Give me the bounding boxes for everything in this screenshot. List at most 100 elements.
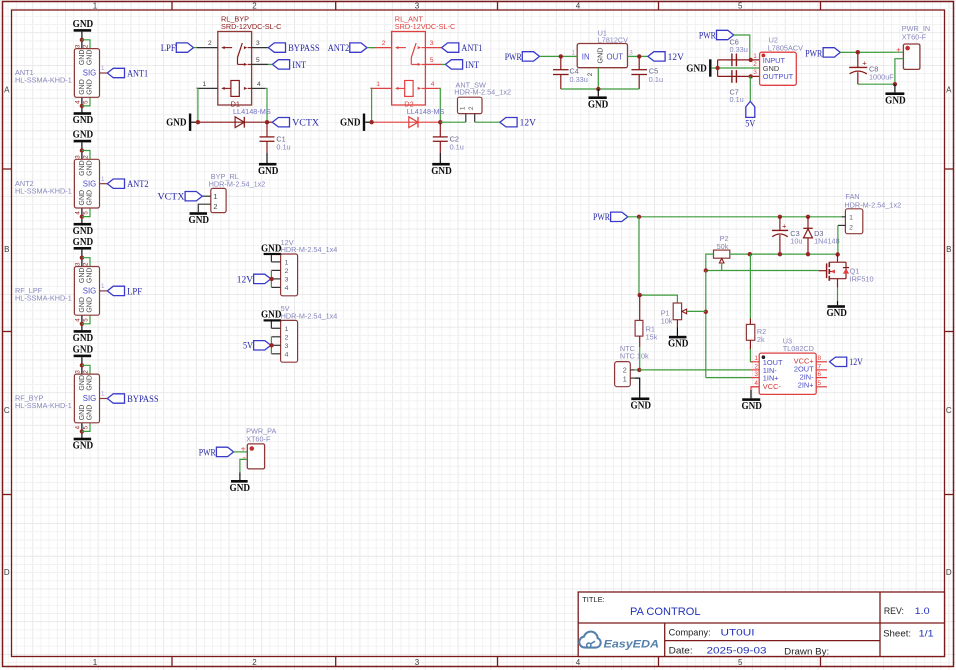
svg-text:TL082CD: TL082CD	[783, 344, 814, 353]
svg-text:GND: GND	[87, 190, 94, 206]
svg-text:VCC-: VCC-	[763, 382, 782, 391]
svg-text:+: +	[862, 58, 867, 67]
svg-text:1: 1	[285, 260, 289, 267]
svg-text:0.33u: 0.33u	[570, 75, 588, 84]
svg-text:GND: GND	[87, 50, 94, 66]
svg-text:GND: GND	[668, 339, 689, 350]
svg-text:10k: 10k	[661, 317, 673, 326]
svg-text:6: 6	[818, 371, 822, 378]
svg-text:1: 1	[376, 81, 380, 88]
svg-text:UT0UI: UT0UI	[721, 628, 755, 638]
svg-text:GND: GND	[73, 130, 94, 141]
svg-text:4: 4	[257, 81, 261, 88]
svg-text:SIG: SIG	[83, 287, 96, 296]
svg-text:SIG: SIG	[83, 179, 96, 188]
svg-text:GND: GND	[73, 345, 94, 356]
svg-text:2k: 2k	[757, 335, 765, 344]
svg-text:4: 4	[74, 211, 81, 215]
svg-text:1/1: 1/1	[919, 628, 934, 638]
svg-text:GND: GND	[87, 375, 94, 391]
svg-text:3: 3	[74, 155, 81, 159]
svg-text:2: 2	[82, 262, 89, 266]
svg-text:Drawn By:: Drawn By:	[784, 646, 829, 656]
svg-text:GND: GND	[79, 79, 86, 95]
svg-text:GND: GND	[73, 19, 94, 30]
svg-text:2: 2	[208, 40, 212, 47]
svg-text:GND: GND	[686, 63, 707, 74]
svg-text:2: 2	[849, 224, 853, 231]
svg-text:0.1u: 0.1u	[730, 95, 744, 104]
svg-text:D: D	[4, 568, 10, 577]
svg-text:2: 2	[252, 1, 257, 10]
svg-text:1: 1	[101, 283, 105, 290]
svg-text:ANT1: ANT1	[127, 69, 148, 79]
svg-text:0.1u: 0.1u	[649, 75, 663, 84]
svg-text:GND: GND	[79, 375, 86, 391]
svg-text:2: 2	[82, 155, 89, 159]
svg-text:1: 1	[753, 53, 757, 60]
svg-text:GND: GND	[79, 190, 86, 206]
svg-text:GND: GND	[87, 160, 94, 176]
svg-text:GND: GND	[588, 99, 609, 110]
svg-text:12V: 12V	[849, 358, 863, 368]
svg-text:1: 1	[460, 106, 467, 110]
svg-text:PWR: PWR	[805, 50, 823, 60]
svg-text:1: 1	[849, 215, 853, 222]
svg-text:4: 4	[431, 81, 435, 88]
svg-text:1: 1	[285, 326, 289, 333]
svg-text:HDR-M-2.54_1x4: HDR-M-2.54_1x4	[281, 245, 338, 254]
svg-text:2: 2	[82, 370, 89, 374]
svg-text:INT: INT	[292, 61, 306, 71]
svg-text:PWR: PWR	[699, 31, 717, 41]
svg-text:5: 5	[82, 100, 89, 104]
svg-text:4: 4	[576, 1, 581, 10]
svg-text:2: 2	[623, 365, 627, 374]
svg-text:5V: 5V	[745, 119, 755, 129]
svg-text:SIG: SIG	[83, 69, 96, 78]
svg-text:1: 1	[202, 81, 206, 88]
svg-text:3: 3	[285, 343, 289, 350]
svg-text:0.33u: 0.33u	[730, 45, 748, 54]
svg-text:2: 2	[382, 40, 386, 47]
svg-text:GND: GND	[189, 215, 210, 226]
svg-text:GND: GND	[73, 226, 94, 237]
svg-text:GND: GND	[73, 441, 94, 452]
svg-text:8: 8	[818, 355, 822, 362]
svg-text:2: 2	[285, 334, 289, 341]
svg-text:GND: GND	[741, 401, 762, 412]
svg-text:REV:: REV:	[884, 606, 904, 616]
svg-text:PWR: PWR	[505, 53, 523, 63]
svg-text:ANT2: ANT2	[328, 44, 350, 54]
svg-text:BYPASS: BYPASS	[127, 395, 159, 405]
svg-text:5: 5	[738, 1, 743, 10]
svg-text:3: 3	[74, 44, 81, 48]
svg-text:GND: GND	[340, 118, 361, 129]
svg-text:1: 1	[93, 658, 98, 667]
svg-text:4: 4	[576, 658, 581, 667]
svg-text:GND: GND	[87, 405, 94, 421]
svg-text:GND: GND	[79, 268, 86, 284]
svg-text:3: 3	[74, 262, 81, 266]
svg-text:HDR-M-2.54_1x2: HDR-M-2.54_1x2	[209, 179, 266, 188]
svg-text:HDR-M-2.54_1x4: HDR-M-2.54_1x4	[281, 311, 338, 320]
svg-text:2: 2	[213, 202, 217, 211]
svg-text:PWR: PWR	[199, 448, 217, 458]
svg-text:GND: GND	[230, 483, 251, 494]
svg-text:4: 4	[754, 380, 758, 387]
svg-text:5V: 5V	[243, 342, 253, 352]
svg-text:1: 1	[101, 65, 105, 72]
svg-text:C: C	[946, 406, 952, 415]
svg-text:LL4148-MS: LL4148-MS	[233, 107, 271, 116]
svg-text:INT: INT	[465, 61, 479, 71]
svg-text:LPF: LPF	[127, 287, 142, 297]
svg-text:GND: GND	[73, 115, 94, 126]
svg-text:3: 3	[430, 40, 434, 47]
svg-text:NTC 10k: NTC 10k	[620, 352, 649, 361]
svg-text:OUTPUT: OUTPUT	[763, 72, 794, 81]
svg-text:3: 3	[629, 49, 633, 56]
svg-text:PA CONTROL: PA CONTROL	[630, 606, 701, 618]
svg-text:HDR-M-2.54_1x2: HDR-M-2.54_1x2	[454, 88, 511, 97]
svg-text:4: 4	[74, 425, 81, 429]
svg-text:2: 2	[285, 268, 289, 275]
svg-text:GND: GND	[596, 48, 605, 64]
